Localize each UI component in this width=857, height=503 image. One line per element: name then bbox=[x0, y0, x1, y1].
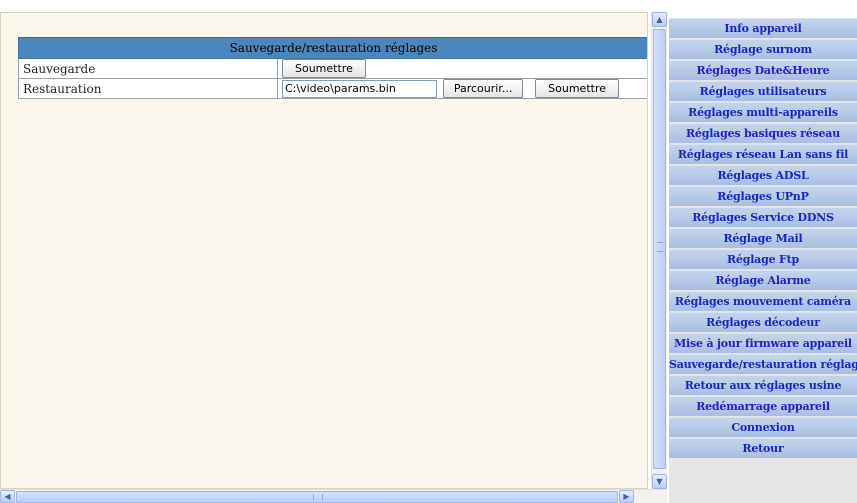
menu-item-decodeur[interactable]: Réglages décodeur bbox=[669, 312, 857, 332]
menu-item-connexion[interactable]: Connexion bbox=[669, 417, 857, 437]
backup-restore-panel: Sauvegarde/restauration réglages Sauvega… bbox=[18, 37, 647, 99]
horizontal-scroll-thumb[interactable] bbox=[16, 491, 618, 503]
menu-item-info-appareil[interactable]: Info appareil bbox=[669, 18, 857, 38]
scroll-down-icon[interactable]: ▼ bbox=[652, 474, 667, 489]
scroll-right-icon[interactable]: ▶ bbox=[619, 490, 634, 503]
restore-submit-button[interactable]: Soumettre bbox=[535, 79, 619, 98]
panel-title: Sauvegarde/restauration réglages bbox=[18, 37, 647, 59]
menu-item-firmware[interactable]: Mise à jour firmware appareil bbox=[669, 333, 857, 353]
menu-item-mail[interactable]: Réglage Mail bbox=[669, 228, 857, 248]
menu-item-date-heure[interactable]: Réglages Date&Heure bbox=[669, 60, 857, 80]
menu-item-retour[interactable]: Retour bbox=[669, 438, 857, 458]
restore-row: Restauration Parcourir... Soumettre bbox=[18, 78, 647, 99]
menu-item-utilisateurs[interactable]: Réglages utilisateurs bbox=[669, 81, 857, 101]
menu-item-redemarrage[interactable]: Redémarrage appareil bbox=[669, 396, 857, 416]
content-frame: Sauvegarde/restauration réglages Sauvega… bbox=[0, 12, 648, 489]
horizontal-scrollbar[interactable]: ◀ ▶ bbox=[0, 489, 667, 503]
menu-item-multi-appareils[interactable]: Réglages multi-appareils bbox=[669, 102, 857, 122]
browse-button[interactable]: Parcourir... bbox=[442, 79, 524, 98]
backup-label: Sauvegarde bbox=[18, 58, 278, 79]
scroll-left-icon[interactable]: ◀ bbox=[0, 490, 15, 503]
grip-icon bbox=[657, 242, 663, 252]
scroll-up-icon[interactable]: ▲ bbox=[652, 12, 667, 27]
menu-item-upnp[interactable]: Réglages UPnP bbox=[669, 186, 857, 206]
restore-file-input[interactable] bbox=[282, 79, 437, 98]
menu-item-ftp[interactable]: Réglage Ftp bbox=[669, 249, 857, 269]
menu-item-alarme[interactable]: Réglage Alarme bbox=[669, 270, 857, 290]
settings-menu: Info appareil Réglage surnom Réglages Da… bbox=[669, 18, 857, 503]
backup-row: Sauvegarde Soumettre bbox=[18, 58, 647, 79]
menu-item-adsl[interactable]: Réglages ADSL bbox=[669, 165, 857, 185]
backup-submit-button[interactable]: Soumettre bbox=[282, 59, 366, 78]
restore-label: Restauration bbox=[18, 78, 278, 99]
menu-item-reglage-surnom[interactable]: Réglage surnom bbox=[669, 39, 857, 59]
menu-item-sauvegarde-restauration[interactable]: Sauvegarde/restauration réglage bbox=[669, 354, 857, 374]
menu-item-reseau-basique[interactable]: Réglages basiques réseau bbox=[669, 123, 857, 143]
menu-item-wifi[interactable]: Réglages réseau Lan sans fil bbox=[669, 144, 857, 164]
vertical-scroll-thumb[interactable] bbox=[653, 29, 666, 469]
restore-controls: Parcourir... Soumettre bbox=[277, 78, 647, 99]
backup-controls: Soumettre bbox=[277, 58, 647, 79]
menu-item-reglages-usine[interactable]: Retour aux réglages usine bbox=[669, 375, 857, 395]
menu-item-mouvement-camera[interactable]: Réglages mouvement caméra bbox=[669, 291, 857, 311]
grip-icon bbox=[313, 494, 323, 500]
vertical-scrollbar[interactable]: ▲ ▼ bbox=[651, 12, 667, 489]
menu-item-ddns[interactable]: Réglages Service DDNS bbox=[669, 207, 857, 227]
